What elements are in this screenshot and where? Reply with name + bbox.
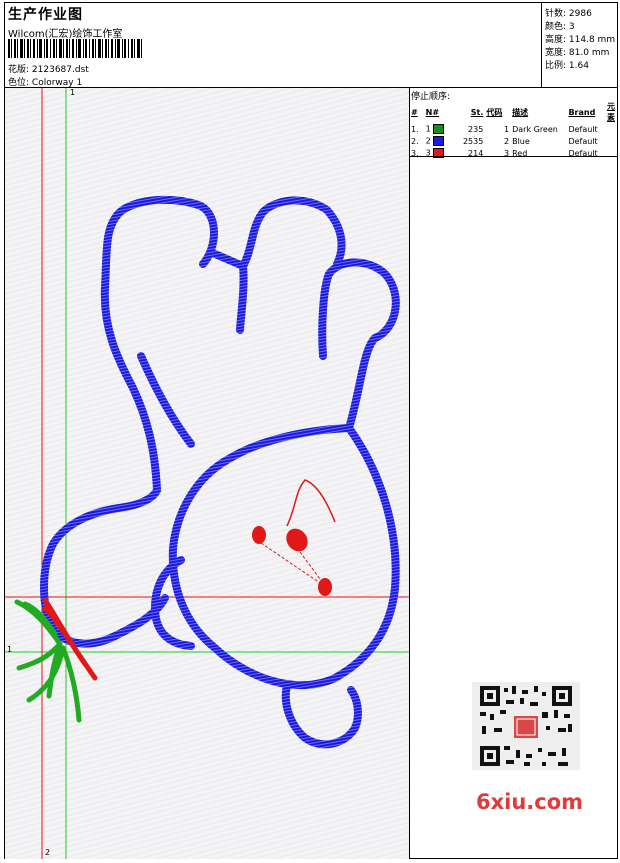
barcode — [8, 39, 142, 58]
red-details — [252, 479, 336, 596]
stop-sequence-table: # N# St. 代码 描述 Brand 元素 1. 1 235 1 Dark … — [411, 101, 618, 159]
stop-sequence-divider — [410, 156, 618, 157]
table-header-row: # N# St. 代码 描述 Brand 元素 — [411, 102, 615, 122]
qr-code — [472, 682, 580, 770]
stats-panel: 针数: 2986 颜色: 3 高度: 114.8 mm 宽度: 81.0 mm … — [541, 3, 618, 87]
header-panel: 生产作业图 Wilcom(汇宏)绘饰工作室 花版: 2123687.dst 色位… — [5, 3, 542, 88]
color-swatch-green — [433, 124, 445, 134]
watermark: 6xiu.com — [476, 790, 584, 814]
stat-scale: 比例: 1.64 — [545, 61, 589, 71]
guide-label-bottom: 2 — [45, 848, 51, 857]
table-row: 2. 2 2535 2 Blue Default — [411, 136, 598, 146]
green-plant — [14, 597, 98, 723]
table-row: 3. 3 214 3 Red Default — [411, 148, 598, 158]
guide-label-left: 1 — [7, 645, 13, 654]
stop-sequence-panel: 停止顺序: # N# St. 代码 描述 Brand 元素 1. 1 235 1… — [410, 88, 618, 159]
color-swatch-blue — [433, 136, 445, 146]
design-file-value: 2123687.dst — [31, 65, 89, 75]
stat-width: 宽度: 81.0 mm — [545, 48, 610, 58]
stat-colors: 颜色: 3 — [545, 22, 575, 32]
company-name: Wilcom(汇宏)绘饰工作室 — [8, 29, 123, 40]
table-row: 1. 1 235 1 Dark Green Default — [411, 124, 598, 134]
design-file-label: 花版: — [8, 65, 30, 75]
panel-divider — [409, 88, 410, 859]
embroidery-artwork — [5, 88, 409, 859]
guide-label-top: 1 — [70, 88, 76, 97]
blue-outline — [40, 195, 400, 749]
page-title: 生产作业图 — [8, 7, 83, 23]
design-preview: 1 1 2 — [5, 88, 409, 859]
stat-stitches: 针数: 2986 — [545, 9, 592, 19]
design-file-line: 花版: 2123687.dst — [8, 62, 89, 75]
stat-height: 高度: 114.8 mm — [545, 35, 616, 45]
